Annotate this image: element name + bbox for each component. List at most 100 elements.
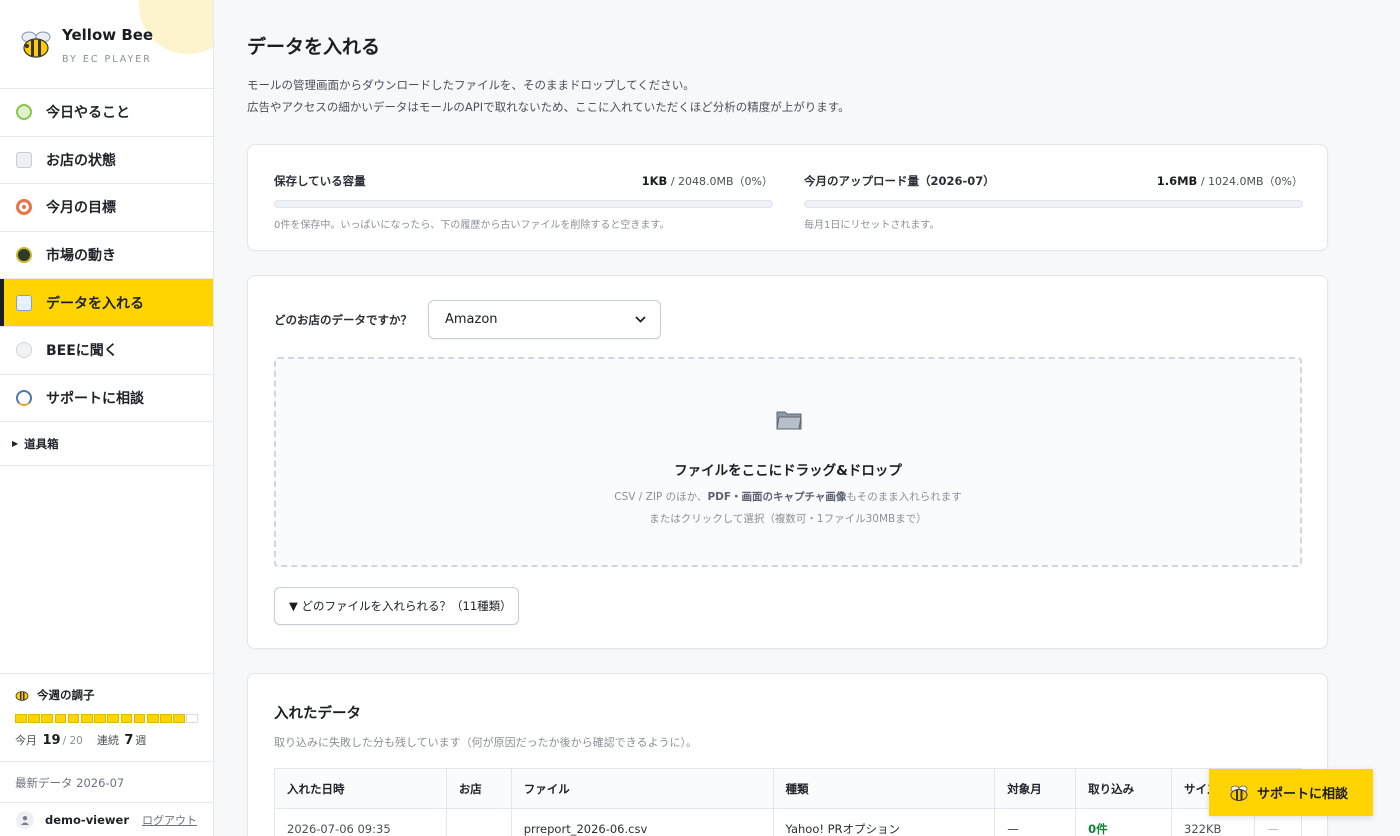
month-total: / 20 <box>62 735 83 747</box>
sidebar-item-label: お店の状態 <box>46 152 116 169</box>
sidebar-item-monthly-goal[interactable]: 今月の目標 <box>0 184 213 232</box>
upload-quota-total: / 1024.0MB（0%） <box>1200 175 1303 188</box>
username: demo-viewer <box>45 812 130 827</box>
column-header[interactable]: お店 <box>445 768 512 809</box>
bee-icon <box>1230 785 1248 801</box>
month-value: 19 <box>42 733 61 748</box>
progress-segment <box>67 714 80 723</box>
page-title: データを入れる <box>247 36 381 58</box>
sidebar-item-label: BEEに聞く <box>46 343 118 360</box>
column-header[interactable]: ファイル <box>510 768 774 809</box>
file-types-toggle-button[interactable]: ▼ どのファイルを入れられる？（11種類） <box>274 587 519 625</box>
streak-label: 連続 <box>96 734 119 747</box>
progress-segment <box>173 714 185 723</box>
table-row: 2026-07-06 09:35 prreport_2026-06.csv Ya… <box>274 808 1303 836</box>
toolbox-label: 道具箱 <box>24 436 59 451</box>
chat-icon <box>16 342 32 359</box>
storage-meter: 保存している容量 1KB / 2048.0MB（0%） 0件を保存中。いっぱいに… <box>274 173 773 231</box>
dropzone-hint-pre: CSV / ZIP のほか、 <box>614 491 708 503</box>
progress-segment <box>160 714 172 723</box>
brand-subtitle: BY EC PLAYER <box>62 54 152 65</box>
user-icon <box>21 815 29 825</box>
streak-unit: 週 <box>135 734 147 747</box>
column-header[interactable]: 入れた日時 <box>274 768 447 809</box>
upload-quota-note: 毎月1日にリセットされます。 <box>804 220 940 231</box>
weekly-progress-bar <box>15 714 213 723</box>
file-dropzone[interactable]: ファイルをここにドラッグ&ドロップ CSV / ZIP のほか、PDF・画面のキ… <box>274 357 1302 567</box>
sidebar-item-label: 今日やること <box>46 105 130 122</box>
shop-select-label: どのお店のデータですか？ <box>274 313 412 327</box>
progress-segment <box>120 714 133 723</box>
dropzone-title: ファイルをここにドラッグ&ドロップ <box>674 463 902 479</box>
target-icon <box>16 199 32 216</box>
triangle-right-icon: ▶ <box>12 439 19 449</box>
shop-select-value: Amazon <box>445 312 498 327</box>
progress-segment <box>94 714 106 723</box>
column-header[interactable]: 取り込み <box>1075 768 1173 809</box>
cell-date: 2026-07-06 09:35 <box>274 808 447 836</box>
main-content: データを入れる モールの管理画面からダウンロードしたファイルを、そのままドロップ… <box>214 0 1400 836</box>
sidebar-item-ask-bee[interactable]: BEEに聞く <box>0 327 213 375</box>
checkbox-icon <box>16 104 32 121</box>
cell-file: prreport_2026-06.csv <box>510 808 774 836</box>
page-description-line-2: 広告やアクセスの細かいデータはモールのAPIで取れないため、ここに入れていただく… <box>247 100 850 114</box>
user-bar: demo-viewer ログアウト <box>0 802 213 836</box>
sidebar-item-import-data[interactable]: データを入れる <box>0 279 213 327</box>
weekly-title-text: 今週の調子 <box>37 688 95 702</box>
sidebar-nav: 今日やること お店の状態 今月の目標 市場の動き データを入れる BEEに聞く … <box>0 89 213 423</box>
chart-icon <box>16 151 32 168</box>
imported-data-table: 入れた日時 お店 ファイル 種類 対象月 取り込み サイズ 2026-07-06… <box>274 768 1303 836</box>
sidebar-item-label: 市場の動き <box>46 248 116 265</box>
progress-segment <box>133 714 146 723</box>
sidebar-item-label: データを入れる <box>46 295 144 312</box>
progress-segment <box>107 714 119 723</box>
upload-quota-track <box>804 200 1303 208</box>
support-float-label: サポートに相談 <box>1257 787 1349 802</box>
upload-card: どのお店のデータですか？ Amazon ファイルをここにドラッグ&ドロップ CS… <box>247 275 1328 649</box>
progress-segment <box>80 714 93 723</box>
sidebar-item-label: 今月の目標 <box>46 200 116 217</box>
weekly-stats: 今月 19/ 20 連続 7週 <box>15 732 213 748</box>
upload-quota-value: 1.6MB / 1024.0MB（0%） <box>1157 173 1303 189</box>
progress-segment <box>15 714 27 723</box>
dropzone-hint-bold: PDF・画面のキャプチャ画像 <box>707 491 847 503</box>
storage-label: 保存している容量 <box>274 174 366 188</box>
streak-value: 7 <box>124 733 134 748</box>
column-header[interactable]: 対象月 <box>994 768 1077 809</box>
sidebar: Yellow Bee BY EC PLAYER 今日やること お店の状態 今月の… <box>0 0 214 836</box>
sidebar-item-today[interactable]: 今日やること <box>0 89 213 137</box>
folder-icon <box>776 411 802 430</box>
column-header[interactable]: 種類 <box>772 768 996 809</box>
sidebar-item-market[interactable]: 市場の動き <box>0 232 213 280</box>
sidebar-item-support[interactable]: サポートに相談 <box>0 375 213 423</box>
storage-total: / 2048.0MB（0%） <box>670 175 773 188</box>
storage-used: 1KB <box>641 174 668 188</box>
imported-data-description: 取り込みに失敗した分も残しています（何が原因だったか後から確認できるように）。 <box>274 736 697 749</box>
weekly-condition: 今週の調子 今月 19/ 20 連続 7週 <box>0 673 213 761</box>
cell-shop <box>445 808 512 836</box>
upload-quota-label: 今月のアップロード量（2026-07） <box>804 174 995 188</box>
toolbox-toggle[interactable]: ▶ 道具箱 <box>0 422 213 467</box>
cell-month: — <box>994 808 1077 836</box>
weekly-title: 今週の調子 <box>15 687 213 703</box>
upload-quota-used: 1.6MB <box>1156 174 1198 188</box>
logout-link[interactable]: ログアウト <box>142 812 197 828</box>
cell-type: Yahoo! PRオプション <box>772 808 996 836</box>
page-description: モールの管理画面からダウンロードしたファイルを、そのままドロップしてください。 … <box>247 74 850 118</box>
imported-data-card: 入れたデータ 取り込みに失敗した分も残しています（何が原因だったか後から確認でき… <box>247 673 1328 836</box>
bee-logo-icon <box>21 31 51 58</box>
trend-icon <box>16 247 32 264</box>
storage-card: 保存している容量 1KB / 2048.0MB（0%） 0件を保存中。いっぱいに… <box>247 144 1328 251</box>
sidebar-item-store-status[interactable]: お店の状態 <box>0 137 213 185</box>
imported-data-title: 入れたデータ <box>274 706 361 722</box>
progress-segment <box>41 714 54 723</box>
support-float-button[interactable]: サポートに相談 <box>1209 769 1373 816</box>
shop-select[interactable]: Amazon <box>428 300 661 339</box>
brand-header[interactable]: Yellow Bee BY EC PLAYER <box>0 0 213 89</box>
progress-segment <box>54 714 67 723</box>
headset-icon <box>16 389 32 406</box>
latest-data: 最新データ 2026-07 <box>0 761 213 802</box>
storage-track <box>274 200 773 208</box>
cell-imported: 0件 <box>1075 808 1173 836</box>
dropzone-hint-post: もそのまま入れられます <box>846 491 962 503</box>
